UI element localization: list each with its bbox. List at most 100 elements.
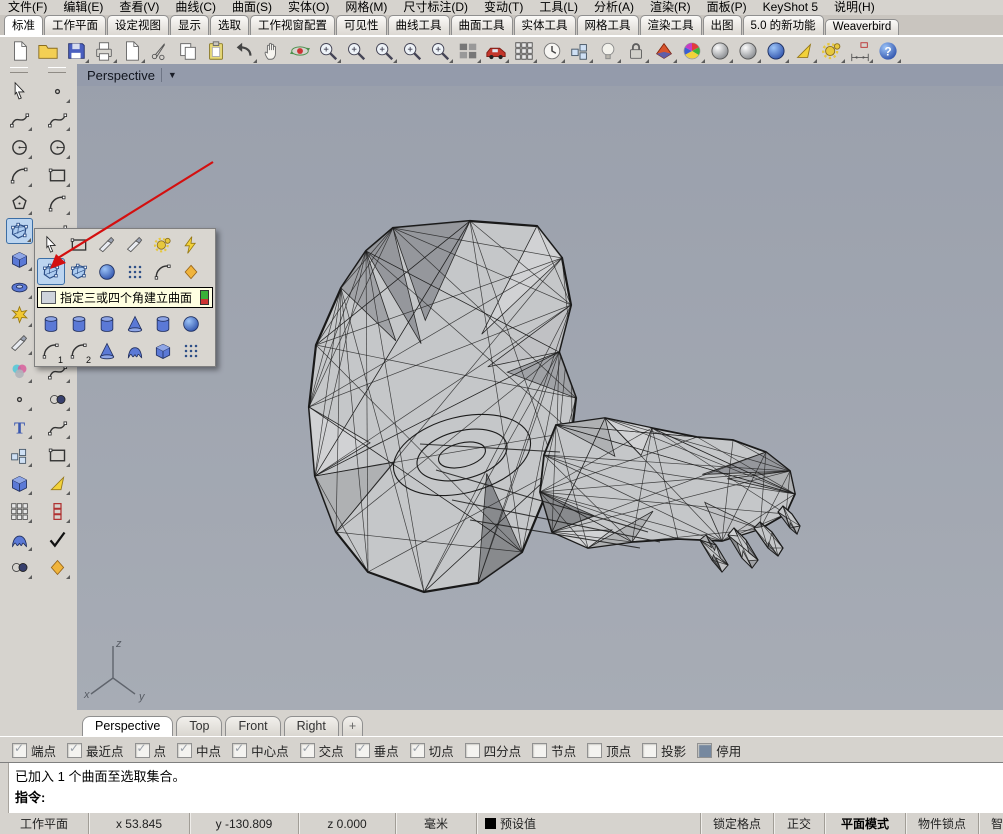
dimension-icon[interactable] xyxy=(846,38,874,64)
flyout-surface-patch-icon[interactable] xyxy=(65,258,93,285)
torus-icon[interactable] xyxy=(6,274,33,300)
flyout-pointer-icon[interactable] xyxy=(37,231,65,258)
osnap-item-10[interactable]: 顶点 xyxy=(587,741,631,760)
rectangle-icon[interactable] xyxy=(44,162,71,188)
new-file-icon[interactable] xyxy=(6,38,34,64)
osnap-checkbox-5[interactable] xyxy=(300,743,315,758)
toolbar-tab-2[interactable]: 设定视图 xyxy=(107,15,169,35)
osnap-item-2[interactable]: 点 xyxy=(135,741,167,760)
viewport-tab-front[interactable]: Front xyxy=(225,716,280,736)
osnap-item-3[interactable]: 中点 xyxy=(177,741,221,760)
flyout-extrude-rounded-icon[interactable] xyxy=(65,310,93,337)
osnap-checkbox-2[interactable] xyxy=(135,743,150,758)
help-icon[interactable] xyxy=(874,38,902,64)
mirror-icon[interactable] xyxy=(44,470,71,496)
dock-grip[interactable] xyxy=(48,67,66,73)
menu-item-3[interactable]: 曲线(C) xyxy=(167,0,224,15)
toolbar-tab-4[interactable]: 选取 xyxy=(210,15,249,35)
osnap-checkbox-3[interactable] xyxy=(177,743,192,758)
osnap-disable-checkbox[interactable] xyxy=(697,743,712,758)
flyout-sphere-mouse-icon[interactable] xyxy=(177,310,205,337)
toolbar-tab-8[interactable]: 曲面工具 xyxy=(451,15,513,35)
osnap-checkbox-8[interactable] xyxy=(465,743,480,758)
circle-icon[interactable] xyxy=(6,134,33,160)
menu-item-9[interactable]: 工具(L) xyxy=(531,0,586,15)
select-pointer-icon[interactable] xyxy=(6,78,33,104)
toolbar-tab-5[interactable]: 工作视窗配置 xyxy=(250,15,335,35)
rendered-viewport-icon[interactable] xyxy=(734,38,762,64)
menu-item-4[interactable]: 曲面(S) xyxy=(224,0,280,15)
toolbar-tab-10[interactable]: 网格工具 xyxy=(577,15,639,35)
statusbar-toggle-0[interactable]: 锁定格点 xyxy=(701,813,774,834)
color-wheel-icon[interactable] xyxy=(678,38,706,64)
object-color-icon[interactable] xyxy=(6,358,33,384)
interpolate-curve-icon[interactable] xyxy=(44,106,71,132)
surface-from-corners-icon[interactable] xyxy=(6,218,33,244)
flyout-extrude-capped-icon[interactable] xyxy=(93,310,121,337)
flyout-extrude-straight-icon[interactable] xyxy=(37,310,65,337)
menu-item-1[interactable]: 编辑(E) xyxy=(55,0,111,15)
flyout-pointcloud-icon[interactable] xyxy=(121,258,149,285)
menu-item-8[interactable]: 变动(T) xyxy=(476,0,531,15)
statusbar-toggle-1[interactable]: 正交 xyxy=(774,813,825,834)
zoom-selected-icon[interactable] xyxy=(398,38,426,64)
flatten-sail-icon[interactable] xyxy=(790,38,818,64)
undo-view-change-icon[interactable] xyxy=(426,38,454,64)
flyout-settings-gears-icon[interactable] xyxy=(149,231,177,258)
flyout-surface-blend-icon[interactable] xyxy=(149,258,177,285)
toolbar-tab-6[interactable]: 可见性 xyxy=(336,15,387,35)
trim-icon[interactable] xyxy=(6,330,33,356)
osnap-item-6[interactable]: 垂点 xyxy=(355,741,399,760)
solid-box-icon[interactable] xyxy=(6,246,33,272)
paste-icon[interactable] xyxy=(202,38,230,64)
viewport-tab-perspective[interactable]: Perspective xyxy=(82,716,173,736)
osnap-item-1[interactable]: 最近点 xyxy=(67,741,124,760)
flyout-point-grid-icon[interactable] xyxy=(177,337,205,364)
flyout-revolve-icon[interactable] xyxy=(93,337,121,364)
add-viewport-tab-button[interactable]: + xyxy=(342,716,363,736)
copy-icon[interactable] xyxy=(174,38,202,64)
menu-item-2[interactable]: 查看(V) xyxy=(111,0,167,15)
history-icon[interactable] xyxy=(538,38,566,64)
rebuild-curve-icon[interactable] xyxy=(44,414,71,440)
flyout-drape-icon[interactable] xyxy=(121,337,149,364)
arc-icon[interactable] xyxy=(6,162,33,188)
boolean-icon[interactable] xyxy=(6,554,33,580)
undo-icon[interactable] xyxy=(230,38,258,64)
menu-item-7[interactable]: 尺寸标注(D) xyxy=(395,0,476,15)
align-icon[interactable] xyxy=(44,498,71,524)
menu-item-14[interactable]: 说明(H) xyxy=(826,0,883,15)
raytrace-viewport-icon[interactable] xyxy=(762,38,790,64)
menu-item-11[interactable]: 渲染(R) xyxy=(642,0,699,15)
lock-icon[interactable] xyxy=(622,38,650,64)
solid-tools-icon[interactable] xyxy=(6,470,33,496)
flyout-extrude-along-curve-icon[interactable] xyxy=(149,310,177,337)
control-point-curve-icon[interactable] xyxy=(6,106,33,132)
pan-icon[interactable] xyxy=(258,38,286,64)
ellipse-icon[interactable] xyxy=(44,134,71,160)
single-point-icon[interactable] xyxy=(44,78,71,104)
viewport-layout-icon[interactable] xyxy=(454,38,482,64)
statusbar-toggle-4[interactable]: 智慧轨迹 xyxy=(979,813,1003,834)
open-file-icon[interactable] xyxy=(34,38,62,64)
array-icon[interactable] xyxy=(6,498,33,524)
flyout-surface-3-4-corner-icon[interactable] xyxy=(37,258,65,285)
osnap-checkbox-11[interactable] xyxy=(642,743,657,758)
statusbar-units[interactable]: 毫米 xyxy=(396,813,477,834)
cut-icon[interactable] xyxy=(146,38,174,64)
render-icon[interactable] xyxy=(482,38,510,64)
viewport-title-bar[interactable]: Perspective ▼ xyxy=(77,64,1003,86)
viewport-tab-top[interactable]: Top xyxy=(176,716,222,736)
command-prompt[interactable]: 指令: xyxy=(15,787,185,808)
osnap-item-5[interactable]: 交点 xyxy=(300,741,344,760)
flyout-explode-icon[interactable] xyxy=(177,231,205,258)
viewport-perspective[interactable]: Perspective ▼ z x y xyxy=(77,64,1003,710)
toolbar-tab-7[interactable]: 曲线工具 xyxy=(388,15,450,35)
flyout-edge-curves-icon[interactable] xyxy=(177,258,205,285)
toolbar-tab-3[interactable]: 显示 xyxy=(170,15,209,35)
shaded-viewport-icon[interactable] xyxy=(706,38,734,64)
toolbar-tab-9[interactable]: 实体工具 xyxy=(514,15,576,35)
rotate-view-icon[interactable] xyxy=(286,38,314,64)
menu-item-10[interactable]: 分析(A) xyxy=(586,0,642,15)
toolbar-tab-14[interactable]: Weaverbird xyxy=(825,19,900,35)
